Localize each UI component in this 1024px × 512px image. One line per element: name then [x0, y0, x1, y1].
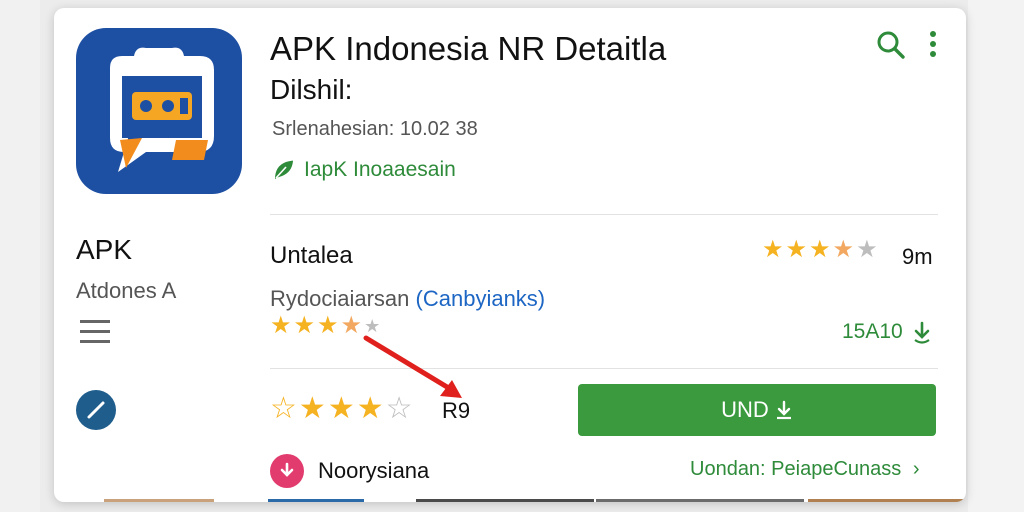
leaf-icon [275, 160, 294, 179]
rate-label: R9 [442, 398, 471, 423]
install-button-label: UND [721, 397, 769, 422]
description: Rydociaiarsan (Canbyianks) [270, 286, 545, 312]
user-rating-stars[interactable]: ☆ ★ ★ ★ ☆ [270, 394, 413, 424]
menu-icon[interactable] [80, 320, 110, 344]
background-right [968, 0, 1024, 512]
star-icon: ★ [809, 236, 831, 263]
section-title: Untalea [270, 242, 353, 269]
star-empty-icon: ★ [364, 316, 381, 336]
verified-check-icon [76, 390, 116, 430]
description-link[interactable]: (Canbyianks) [416, 286, 546, 311]
star-empty-icon: ★ [856, 236, 878, 263]
chevron-right-icon: › [912, 458, 920, 480]
download-icon [776, 400, 791, 420]
app-detail-card: APK Indonesia NR Detaitla Dilshil: Srlen… [54, 8, 966, 502]
publisher-link-label: Uondan: PeiapeCunass [690, 458, 902, 480]
publisher-download-icon [270, 454, 304, 488]
divider-top [270, 214, 938, 215]
star-icon[interactable]: ★ [357, 394, 384, 424]
publisher-name: Noorysiana [318, 458, 430, 483]
download-size: 15A10 [842, 320, 933, 344]
star-outline-icon[interactable]: ☆ [270, 394, 297, 424]
description-text: Rydociaiarsan [270, 286, 410, 311]
download-size-label: 15A10 [842, 320, 903, 343]
star-icon: ★ [293, 312, 316, 339]
app-title: APK Indonesia NR Detaitla [270, 30, 667, 67]
star-half-icon: ★ [340, 312, 363, 339]
star-icon: ★ [785, 236, 808, 263]
app-icon[interactable] [76, 28, 242, 194]
app-version-meta: Srlenahesian: 10.02 38 [272, 118, 478, 140]
developer-name: IapK Inoaaesain [304, 158, 456, 181]
publisher-link[interactable]: Uondan: PeiapeCunass › [690, 458, 920, 481]
app-subtitle: Dilshil: [270, 74, 353, 105]
mid-rating-stars: ★ ★ ★ ★ ★ [270, 314, 380, 338]
star-icon[interactable]: ★ [299, 394, 326, 424]
download-arrow-icon [914, 321, 930, 344]
star-icon[interactable]: ★ [328, 394, 355, 424]
star-icon: ★ [762, 236, 784, 263]
search-icon[interactable] [876, 30, 906, 65]
background-left [0, 0, 40, 512]
rating-count: 9m [902, 244, 933, 269]
developer-row[interactable]: IapK Inoaaesain [272, 158, 456, 182]
top-rating-stars: ★ ★ ★ ★ ★ [762, 238, 878, 262]
star-icon: ★ [317, 312, 339, 339]
publisher-row[interactable]: Noorysiana [270, 454, 429, 488]
sidebar-subtitle: Atdones A [76, 278, 177, 303]
install-button[interactable]: UND [578, 384, 936, 436]
more-options-icon[interactable] [928, 30, 938, 65]
star-outline-icon[interactable]: ☆ [386, 394, 413, 424]
divider-middle [270, 368, 938, 369]
star-half-icon: ★ [832, 236, 855, 263]
star-icon: ★ [270, 312, 292, 339]
screenshot-strip [54, 498, 966, 502]
sidebar-title: APK [76, 234, 133, 265]
